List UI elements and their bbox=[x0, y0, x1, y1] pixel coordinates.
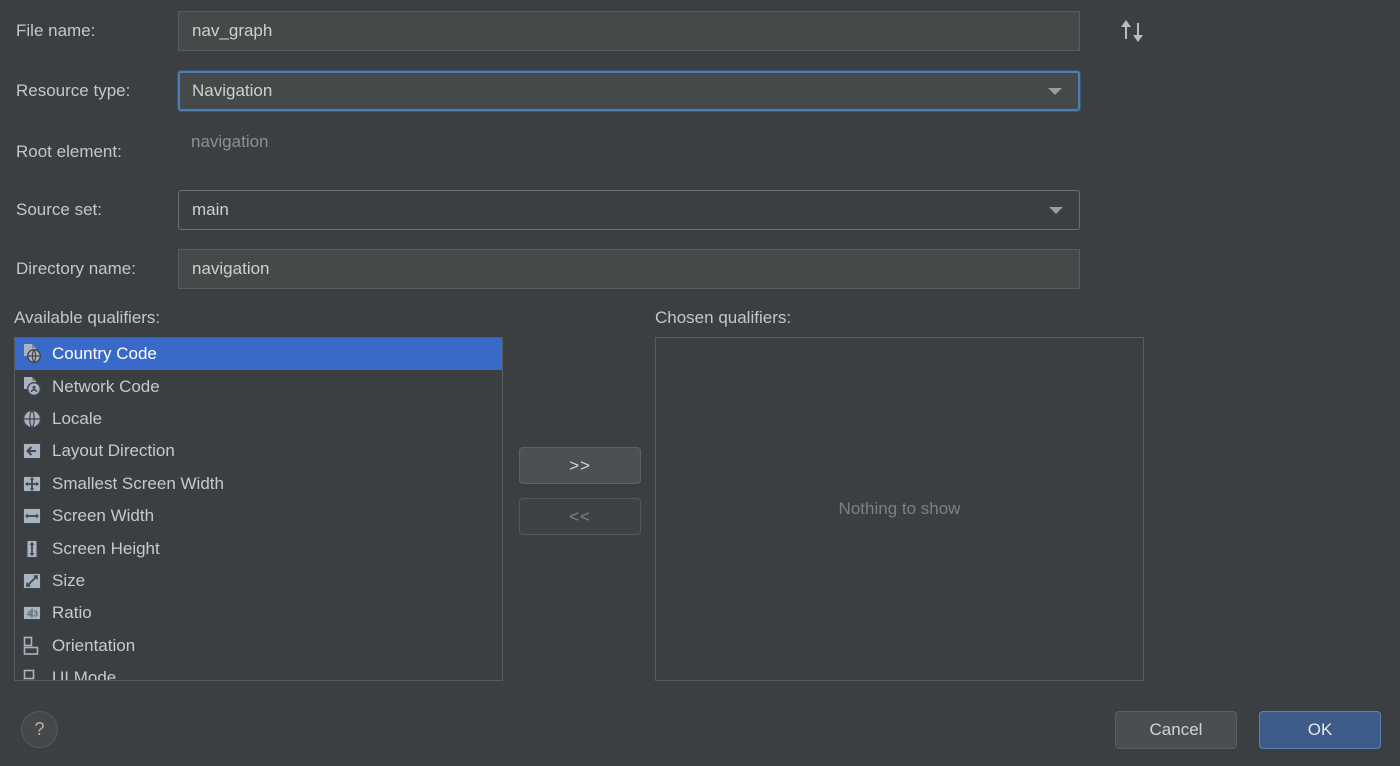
root-element-field-wrap: navigation bbox=[178, 132, 1080, 172]
ratio-icon: 43 bbox=[21, 602, 43, 624]
qualifier-list-item[interactable]: Country Code bbox=[15, 338, 502, 371]
qualifier-label: Locale bbox=[52, 408, 103, 428]
resource-type-combobox[interactable]: Navigation bbox=[178, 71, 1080, 111]
locale-globe-icon bbox=[21, 408, 43, 430]
resource-type-field-wrap: Navigation bbox=[178, 71, 1080, 111]
directory-name-field-wrap: navigation bbox=[178, 249, 1080, 289]
smallest-screen-width-icon bbox=[21, 473, 43, 495]
form-row-root-element: Root element: navigation bbox=[0, 132, 1400, 172]
layout-direction-icon bbox=[21, 440, 43, 462]
ui-mode-icon bbox=[21, 667, 43, 680]
available-qualifiers-title: Available qualifiers: bbox=[14, 308, 161, 327]
directory-name-input[interactable]: navigation bbox=[178, 249, 1080, 289]
file-name-input[interactable]: nav_graph bbox=[178, 11, 1080, 51]
svg-text:4: 4 bbox=[27, 610, 32, 619]
chosen-empty-message: Nothing to show bbox=[838, 499, 961, 518]
sort-up-down-icon[interactable] bbox=[1118, 18, 1148, 44]
source-set-combobox[interactable]: main bbox=[178, 190, 1080, 230]
source-set-label: Source set: bbox=[16, 200, 102, 219]
qualifier-label: UI Mode bbox=[52, 668, 117, 681]
qualifier-list-item[interactable]: Screen Height bbox=[15, 532, 502, 564]
qualifier-list-item[interactable]: Size bbox=[15, 565, 502, 597]
chosen-qualifiers-title: Chosen qualifiers: bbox=[655, 308, 792, 327]
orientation-icon bbox=[21, 635, 43, 657]
chosen-qualifiers-list[interactable]: Nothing to show bbox=[655, 337, 1144, 681]
qualifier-label: Screen Height bbox=[52, 538, 160, 558]
qualifier-list-item[interactable]: Locale bbox=[15, 403, 502, 435]
form-row-source-set: Source set: main bbox=[0, 190, 1400, 230]
qualifier-list-item[interactable]: Orientation bbox=[15, 630, 502, 662]
source-set-field-wrap: main bbox=[178, 190, 1080, 230]
qualifier-list-item[interactable]: Smallest Screen Width bbox=[15, 468, 502, 500]
network-code-icon bbox=[21, 376, 43, 398]
size-icon bbox=[21, 570, 43, 592]
remove-qualifier-button[interactable]: << bbox=[519, 498, 641, 535]
qualifier-list-item[interactable]: Layout Direction bbox=[15, 435, 502, 467]
help-icon[interactable]: ? bbox=[21, 711, 58, 748]
qualifier-list-item[interactable]: 4 3 Ratio bbox=[15, 597, 502, 629]
screen-width-icon bbox=[21, 505, 43, 527]
qualifier-label: Size bbox=[52, 570, 86, 590]
file-name-field-wrap: nav_graph bbox=[178, 11, 1080, 51]
resource-type-label: Resource type: bbox=[16, 81, 131, 100]
svg-text:3: 3 bbox=[33, 610, 38, 619]
chevron-down-icon bbox=[1048, 88, 1062, 95]
qualifier-label: Network Code bbox=[52, 376, 160, 396]
source-set-value: main bbox=[192, 200, 229, 219]
form-row-resource-type: Resource type: Navigation bbox=[0, 71, 1400, 111]
qualifier-list-item[interactable]: Network Code bbox=[15, 370, 502, 402]
qualifier-label: Orientation bbox=[52, 635, 136, 655]
file-name-label: File name: bbox=[16, 21, 96, 40]
qualifier-list-item[interactable]: UI Mode bbox=[15, 662, 502, 681]
ok-button[interactable]: OK bbox=[1259, 711, 1381, 749]
add-qualifier-button[interactable]: >> bbox=[519, 447, 641, 484]
form-row-file-name: File name: nav_graph bbox=[0, 11, 1400, 51]
chevron-down-icon bbox=[1049, 207, 1063, 214]
qualifier-list-item[interactable]: Screen Width bbox=[15, 500, 502, 532]
available-qualifiers-list[interactable]: Country Code Network Code Locale Layout Dir… bbox=[14, 337, 503, 681]
directory-name-label: Directory name: bbox=[16, 259, 136, 278]
root-element-label: Root element: bbox=[16, 142, 122, 161]
qualifier-label: Smallest Screen Width bbox=[52, 473, 224, 493]
resource-type-value: Navigation bbox=[192, 81, 273, 100]
form-row-directory-name: Directory name: navigation bbox=[0, 249, 1400, 289]
qualifier-label: Screen Width bbox=[52, 506, 155, 526]
qualifier-label: Layout Direction bbox=[52, 441, 175, 461]
qualifier-label: Country Code bbox=[52, 344, 157, 364]
qualifier-label: Ratio bbox=[52, 603, 92, 623]
root-element-value: navigation bbox=[191, 132, 269, 151]
country-code-icon bbox=[21, 343, 43, 365]
cancel-button[interactable]: Cancel bbox=[1115, 711, 1237, 749]
screen-height-icon bbox=[21, 538, 43, 560]
